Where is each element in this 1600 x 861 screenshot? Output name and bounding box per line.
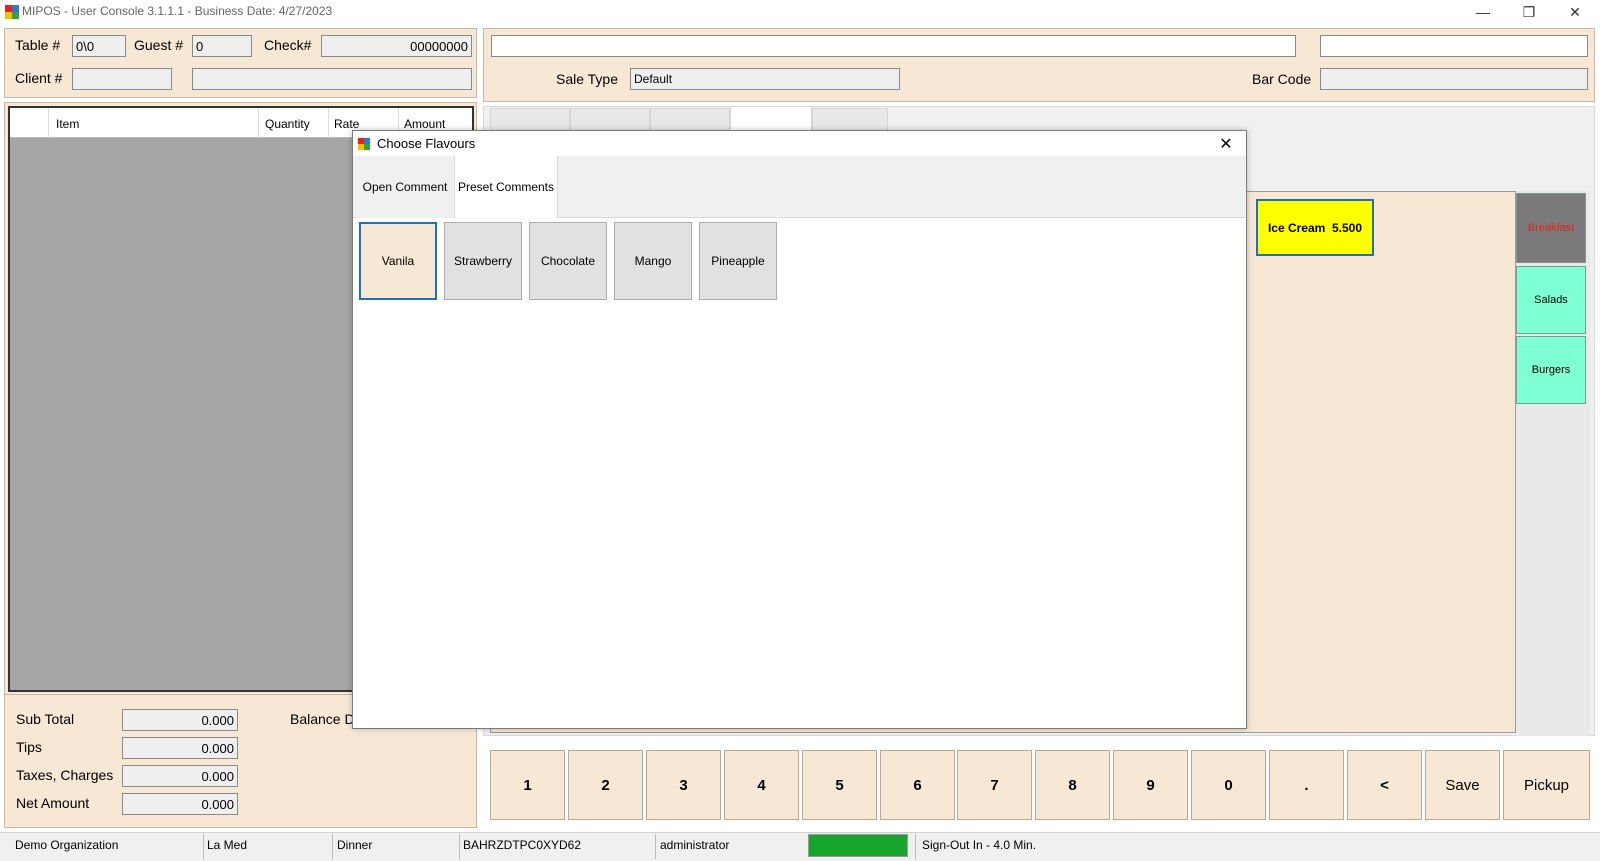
column-divider	[48, 108, 49, 138]
dialog-close-button[interactable]: ✕	[1211, 133, 1241, 155]
table-label: Table #	[15, 37, 61, 53]
key-1[interactable]: 1	[490, 750, 565, 820]
flavour-chocolate[interactable]: Chocolate	[529, 222, 607, 300]
app-icon	[5, 5, 19, 19]
key-4[interactable]: 4	[724, 750, 799, 820]
window-title: MIPOS - User Console 3.1.1.1 - Business …	[22, 4, 333, 18]
connection-status-indicator	[808, 834, 908, 857]
status-terminal: BAHRZDTPC0XYD62	[463, 838, 582, 852]
status-organization: Demo Organization	[15, 838, 119, 852]
barcode-field[interactable]	[1320, 68, 1588, 90]
status-session: Dinner	[337, 838, 373, 852]
key-decimal[interactable]: .	[1269, 750, 1344, 820]
status-divider	[459, 834, 460, 859]
menu-tab[interactable]	[650, 108, 730, 132]
flavour-pineapple[interactable]: Pineapple	[699, 222, 777, 300]
dialog-title: Choose Flavours	[377, 136, 476, 151]
key-3[interactable]: 3	[646, 750, 721, 820]
status-divider	[655, 834, 656, 859]
menu-item-ice-cream[interactable]: Ice Cream 5.500	[1256, 199, 1374, 256]
column-amount[interactable]: Amount	[404, 117, 445, 131]
net-amount-label: Net Amount	[16, 795, 90, 811]
menu-tab-active[interactable]	[730, 106, 812, 132]
category-salads[interactable]: Salads	[1516, 266, 1586, 334]
menu-tab[interactable]	[490, 108, 570, 132]
status-divider	[203, 834, 204, 859]
menu-tab[interactable]	[812, 108, 888, 132]
key-2[interactable]: 2	[568, 750, 643, 820]
column-rate[interactable]: Rate	[334, 117, 359, 131]
taxes-label: Taxes, Charges	[16, 767, 114, 783]
key-backspace[interactable]: <	[1347, 750, 1422, 820]
client-number-field[interactable]	[72, 68, 172, 90]
sale-type-label: Sale Type	[556, 71, 619, 87]
key-8[interactable]: 8	[1035, 750, 1110, 820]
guest-field[interactable]: 0	[192, 35, 252, 57]
subtotal-field: 0.000	[122, 709, 238, 731]
column-item[interactable]: Item	[56, 117, 79, 131]
title-bar: MIPOS - User Console 3.1.1.1 - Business …	[0, 0, 1600, 24]
key-6[interactable]: 6	[880, 750, 955, 820]
check-label: Check#	[264, 37, 312, 53]
flavour-mango[interactable]: Mango	[614, 222, 692, 300]
sale-type-field[interactable]: Default	[630, 68, 900, 90]
barcode-label: Bar Code	[1252, 71, 1312, 87]
status-user: administrator	[660, 838, 730, 852]
tips-label: Tips	[16, 739, 42, 755]
column-divider	[328, 108, 329, 138]
key-9[interactable]: 9	[1113, 750, 1188, 820]
dialog-tab-strip: Open Comment Preset Comments	[353, 156, 1246, 218]
table-field[interactable]: 0\0	[72, 35, 126, 57]
status-location: La Med	[207, 838, 248, 852]
item-search-field[interactable]	[491, 35, 1296, 57]
sale-header-panel: Sale Type Default Bar Code	[483, 28, 1595, 102]
column-divider	[258, 108, 259, 138]
guest-label: Guest #	[134, 37, 184, 53]
close-window-button[interactable]: ✕	[1552, 0, 1598, 24]
key-0[interactable]: 0	[1191, 750, 1266, 820]
status-signout: Sign-Out In - 4.0 Min.	[922, 838, 1037, 852]
pickup-button[interactable]: Pickup	[1503, 750, 1590, 820]
flavour-vanila[interactable]: Vanila	[359, 222, 437, 300]
taxes-field: 0.000	[122, 765, 238, 787]
minimize-button[interactable]: —	[1460, 0, 1506, 24]
key-5[interactable]: 5	[802, 750, 877, 820]
category-burgers[interactable]: Burgers	[1516, 336, 1586, 404]
client-label: Client #	[15, 70, 63, 86]
flavour-strawberry[interactable]: Strawberry	[444, 222, 522, 300]
check-header-panel: Table # 0\0 Guest # 0 Check# 00000000 Cl…	[4, 28, 477, 98]
balance-due-label: Balance D	[290, 711, 355, 727]
net-amount-field: 0.000	[122, 793, 238, 815]
subtotal-label: Sub Total	[16, 711, 75, 727]
menu-tab[interactable]	[570, 108, 650, 132]
save-button[interactable]: Save	[1425, 750, 1500, 820]
client-name-field[interactable]	[192, 68, 472, 90]
dialog-app-icon	[357, 137, 371, 151]
tab-open-comment[interactable]: Open Comment	[357, 156, 453, 218]
tab-preset-comments[interactable]: Preset Comments	[454, 156, 558, 218]
check-field[interactable]: 00000000	[321, 35, 472, 57]
tips-field[interactable]: 0.000	[122, 737, 238, 759]
column-quantity[interactable]: Quantity	[265, 117, 310, 131]
key-7[interactable]: 7	[957, 750, 1032, 820]
restore-button[interactable]: ❐	[1506, 0, 1552, 24]
category-breakfast[interactable]: Breakfast	[1516, 193, 1586, 263]
status-divider	[332, 834, 333, 859]
status-divider	[915, 834, 916, 859]
choose-flavours-dialog: Choose Flavours ✕ Open Comment Preset Co…	[352, 130, 1247, 729]
secondary-search-field[interactable]	[1320, 35, 1588, 57]
